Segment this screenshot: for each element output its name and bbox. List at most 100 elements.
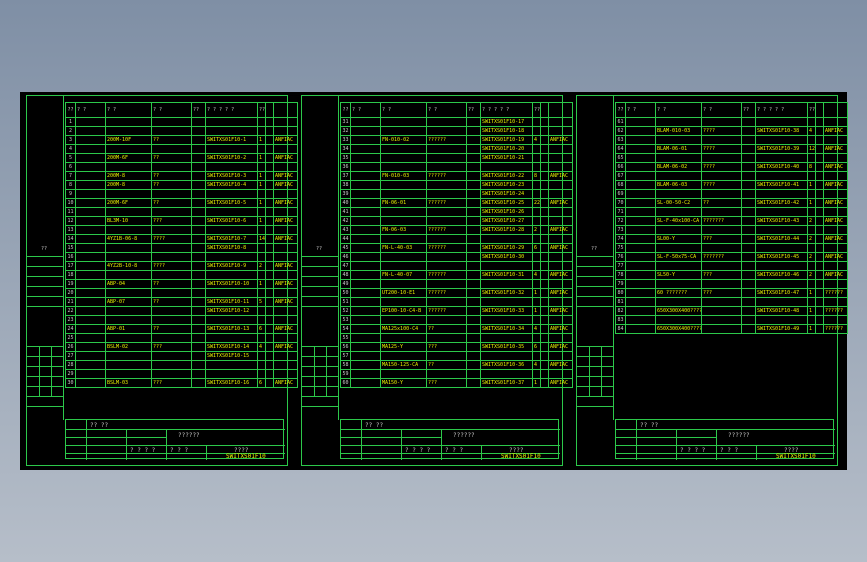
title-row2: ? ? ? ? [405, 447, 431, 454]
empty-cell [75, 162, 106, 172]
cell-e [548, 180, 573, 190]
cell-a: FN-010-02 [380, 135, 427, 145]
empty-cell [350, 252, 381, 262]
empty-cell [625, 189, 656, 199]
cell-c [755, 153, 808, 163]
cell-n: 9 [65, 189, 76, 199]
empty-cell [191, 279, 206, 289]
empty-cell [540, 126, 549, 136]
table-row: 33 FN-010-02?????? SWITXS01F10-19 4 ANFIAC [340, 135, 573, 145]
cell-e: ANFIAC [548, 171, 573, 181]
cell-c: SWITXS01F10-24 [480, 189, 533, 199]
cell-c: SWITXS01F10-23 [480, 180, 533, 190]
table-row: 68 BLAM-06-03???? SWITXS01F10-41 1 ANFIAC [615, 180, 848, 190]
cell-n: 22 [65, 306, 76, 316]
header-cell: ? ? [151, 102, 192, 118]
cell-c: SWITXS01F10-7 [205, 234, 258, 244]
cell-d: 2 [807, 216, 816, 226]
empty-cell [75, 207, 106, 217]
cell-b [701, 189, 742, 199]
title-block: ?? ????????????? ? ? ?? ? ? SWITXS01F10 [340, 419, 560, 460]
cell-a [105, 144, 152, 154]
cell-e [273, 315, 298, 325]
cell-b: ??? [701, 270, 742, 280]
cell-b [426, 333, 467, 343]
cell-d [257, 351, 266, 361]
empty-cell [75, 351, 106, 361]
empty-cell [191, 243, 206, 253]
empty-cell [815, 162, 824, 172]
empty-cell [815, 189, 824, 199]
empty-cell [625, 207, 656, 217]
cell-a [105, 360, 152, 370]
empty-cell [540, 270, 549, 280]
cell-n: 64 [615, 144, 626, 154]
empty-cell [741, 315, 756, 325]
empty-cell [191, 225, 206, 235]
empty-cell [466, 198, 481, 208]
cell-b [701, 207, 742, 217]
empty-cell [75, 126, 106, 136]
empty-cell [540, 171, 549, 181]
cell-d [257, 288, 266, 298]
table-row: 4 [65, 144, 298, 154]
cell-b [151, 252, 192, 262]
header-cell: ?? ?? [532, 102, 541, 118]
table-row: 16 [65, 252, 298, 262]
cell-n: 77 [615, 261, 626, 271]
cell-c [755, 297, 808, 307]
strip-line [27, 356, 63, 357]
empty-cell [265, 198, 274, 208]
empty-cell [741, 117, 756, 127]
empty-cell [540, 279, 549, 289]
header-cell [273, 102, 298, 118]
table-row: 19 ABP-04?? SWITXS01F10-10 1 ANFIAC [65, 279, 298, 289]
table-row: 71 [615, 207, 848, 217]
cell-b [151, 306, 192, 316]
cell-c: SWITXS01F10-18 [480, 126, 533, 136]
empty-cell [466, 252, 481, 262]
cell-b: ?? [151, 324, 192, 334]
cell-a: BLAM-06-01 [655, 144, 702, 154]
strip-line [577, 406, 613, 407]
empty-cell [466, 180, 481, 190]
table-row: 5 200M-6F?? SWITXS01F10-2 1 ANFIAC [65, 153, 298, 163]
cell-d [532, 234, 541, 244]
cell-e: ANFIAC [823, 252, 848, 262]
strip-line [577, 376, 613, 377]
strip-line [302, 296, 338, 297]
cell-a [380, 351, 427, 361]
cell-d [807, 117, 816, 127]
cell-b [151, 288, 192, 298]
empty-cell [75, 153, 106, 163]
cell-b: ?????? [426, 171, 467, 181]
cell-e [273, 351, 298, 361]
empty-cell [191, 153, 206, 163]
cell-b [701, 315, 742, 325]
table-header: ??? ?? ?? ???? ? ? ? ??? ?? [615, 102, 848, 118]
cell-e: ANFIAC [273, 378, 298, 388]
table-row: 84 650X300X400???? SWITXS01F10-49 1?????? [615, 324, 848, 334]
cell-a [380, 117, 427, 127]
empty-cell [540, 342, 549, 352]
cell-a [380, 333, 427, 343]
empty-cell [625, 162, 656, 172]
empty-cell [741, 243, 756, 253]
cell-d [807, 225, 816, 235]
cell-e [823, 243, 848, 253]
empty-cell [191, 189, 206, 199]
cell-e [823, 153, 848, 163]
cell-d [532, 207, 541, 217]
cell-b [701, 279, 742, 289]
cell-b [426, 207, 467, 217]
empty-cell [741, 270, 756, 280]
empty-cell [815, 225, 824, 235]
cell-n: 14 [65, 234, 76, 244]
empty-cell [350, 225, 381, 235]
empty-cell [466, 126, 481, 136]
cell-d: 4 [532, 135, 541, 145]
cell-d: 4 [257, 342, 266, 352]
cell-c [205, 333, 258, 343]
empty-cell [815, 144, 824, 154]
table-row: 14 4YZ1B-06-8???? SWITXS01F10-7 14 ANFIAC [65, 234, 298, 244]
